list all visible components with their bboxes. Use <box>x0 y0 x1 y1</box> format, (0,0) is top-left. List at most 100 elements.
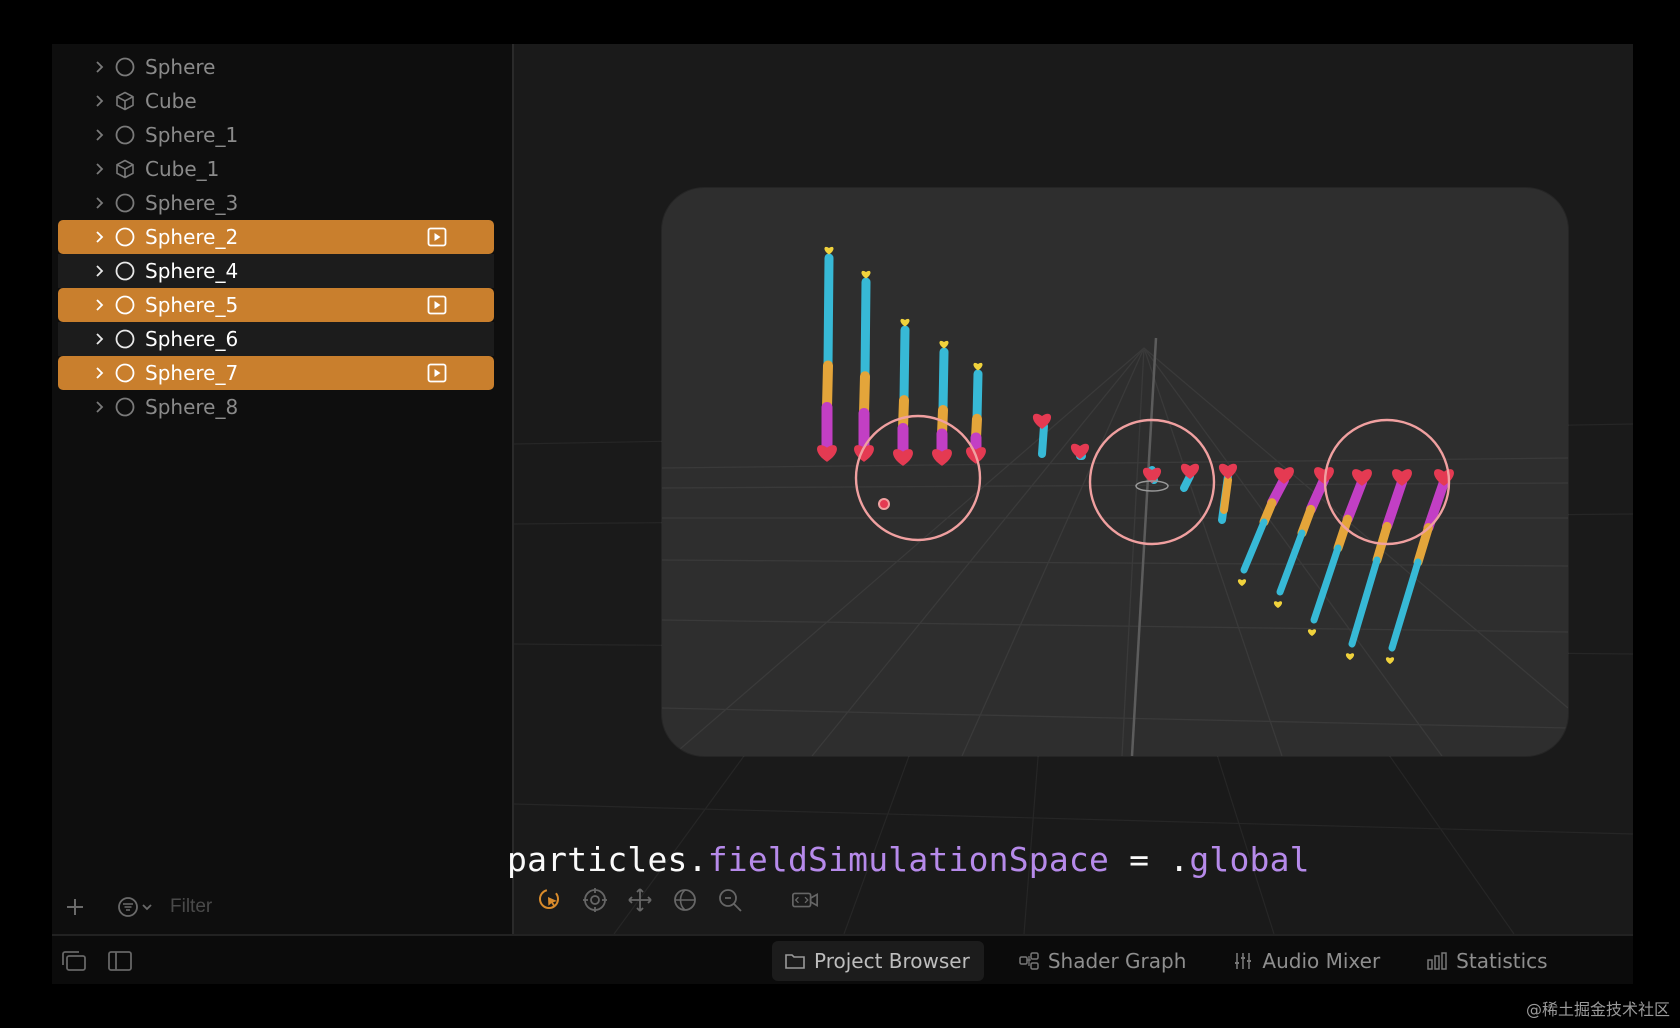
emitter-dot <box>878 498 890 510</box>
behavior-play-icon[interactable] <box>426 362 448 384</box>
tab-audio-mixer[interactable]: Audio Mixer <box>1232 949 1380 973</box>
heart-particle <box>1237 579 1247 587</box>
hierarchy-item-label: Cube <box>145 89 197 113</box>
sliders-icon <box>1232 950 1254 972</box>
filter-circle-icon <box>118 897 138 917</box>
bar-chart-icon <box>1426 950 1448 972</box>
disclosure-chevron-icon[interactable] <box>90 60 108 74</box>
particle-streams <box>817 246 1454 665</box>
hierarchy-item-label: Sphere_6 <box>145 327 239 351</box>
stacked-windows-icon <box>62 951 86 971</box>
toggle-sidebar-button[interactable] <box>106 948 134 974</box>
plus-icon <box>67 899 83 915</box>
hierarchy-filter-bar <box>52 882 512 932</box>
hierarchy-item-sphere_7[interactable]: Sphere_7 <box>58 356 494 390</box>
hierarchy-item-label: Sphere <box>145 55 216 79</box>
tab-shader-graph[interactable]: Shader Graph <box>1018 949 1186 973</box>
heart-particle <box>1070 443 1090 459</box>
hierarchy-item-label: Sphere_8 <box>145 395 239 419</box>
disclosure-chevron-icon[interactable] <box>90 94 108 108</box>
tab-label: Statistics <box>1456 949 1548 973</box>
heart-particle <box>1385 657 1395 665</box>
move-tool-button[interactable] <box>626 886 654 914</box>
heart-particle <box>1032 413 1052 429</box>
behavior-play-icon[interactable] <box>426 294 448 316</box>
particle-stream-orange <box>822 360 833 413</box>
tab-statistics[interactable]: Statistics <box>1426 949 1548 973</box>
cube-icon <box>114 158 136 180</box>
viewport-toolbar <box>536 886 836 914</box>
bottom-bar: Project Browser Shader Graph Audio Mixer St… <box>52 934 1633 984</box>
scene-viewport[interactable] <box>514 44 1633 934</box>
hierarchy-item-sphere_6[interactable]: Sphere_6 <box>58 322 494 356</box>
filter-options-button[interactable] <box>116 895 154 919</box>
scene-hierarchy-panel: Sphere Cube Sphere_1 Cube_1 Sphere_3 Sphere_2… <box>52 44 514 934</box>
heart-particle <box>861 270 871 279</box>
hierarchy-item-sphere_1[interactable]: Sphere_1 <box>58 118 494 152</box>
disclosure-chevron-icon[interactable] <box>90 332 108 346</box>
select-tool-button[interactable] <box>536 886 564 914</box>
heart-particle <box>1273 601 1283 609</box>
tab-project-browser[interactable]: Project Browser <box>772 941 984 981</box>
disclosure-chevron-icon[interactable] <box>90 298 108 312</box>
disclosure-chevron-icon[interactable] <box>90 366 108 380</box>
hierarchy-item-sphere_4[interactable]: Sphere_4 <box>58 254 494 288</box>
heart-particle <box>1307 629 1317 637</box>
particle-stream-cyan <box>1388 558 1422 652</box>
add-entity-button[interactable] <box>64 896 86 918</box>
hierarchy-item-cube_1[interactable]: Cube_1 <box>58 152 494 186</box>
zoom-tool-button[interactable] <box>716 886 744 914</box>
particle-stream-orange <box>859 371 870 419</box>
particle-stream-cyan <box>1348 556 1381 648</box>
heart-particle <box>1274 467 1294 484</box>
axis-line <box>1130 337 1158 756</box>
behavior-play-icon[interactable] <box>426 226 448 248</box>
disclosure-chevron-icon[interactable] <box>90 196 108 210</box>
sphere-icon <box>114 56 136 78</box>
orbit-tool-button[interactable] <box>581 886 609 914</box>
particle-stream-orange <box>1297 504 1316 538</box>
disclosure-chevron-icon[interactable] <box>90 400 108 414</box>
tab-label: Project Browser <box>814 949 970 973</box>
filter-input[interactable] <box>168 895 452 919</box>
hierarchy-item-sphere_5[interactable]: Sphere_5 <box>58 288 494 322</box>
particle-stream-cyan <box>1240 518 1268 574</box>
hierarchy-item-cube[interactable]: Cube <box>58 84 494 118</box>
particle-preview-card <box>662 188 1568 756</box>
disclosure-chevron-icon[interactable] <box>90 162 108 176</box>
hierarchy-item-sphere_8[interactable]: Sphere_8 <box>58 390 494 424</box>
sphere-icon <box>114 294 136 316</box>
sphere-icon <box>114 396 136 418</box>
watermark: @稀土掘金技术社区 <box>1525 1000 1670 1019</box>
camera-tool-button[interactable] <box>791 886 819 914</box>
heart-particle <box>824 246 834 255</box>
sphere-icon <box>114 260 136 282</box>
magnifier-icon <box>719 889 742 912</box>
hierarchy-item-label: Sphere_3 <box>145 191 239 215</box>
hierarchy-item-label: Sphere_4 <box>145 259 239 283</box>
hierarchy-item-sphere_2[interactable]: Sphere_2 <box>58 220 494 254</box>
sphere-icon <box>114 328 136 350</box>
rotate-tool-button[interactable] <box>671 886 699 914</box>
heart-particle <box>1218 463 1238 479</box>
code-prefix: particles. <box>507 840 708 879</box>
sphere-icon <box>114 124 136 146</box>
disclosure-chevron-icon[interactable] <box>90 128 108 142</box>
heart-particle <box>932 449 952 466</box>
disclosure-chevron-icon[interactable] <box>90 264 108 278</box>
particle-scene <box>662 246 1568 756</box>
hierarchy-item-label: Cube_1 <box>145 157 220 181</box>
disclosure-chevron-icon[interactable] <box>90 230 108 244</box>
nodes-icon <box>1018 950 1040 972</box>
heart-particle <box>893 449 913 466</box>
hierarchy-item-sphere_3[interactable]: Sphere_3 <box>58 186 494 220</box>
heart-particle <box>939 340 949 349</box>
toggle-windows-button[interactable] <box>60 948 88 974</box>
particle-stream-magenta <box>1342 477 1367 525</box>
video-camera-icon <box>792 892 818 908</box>
hierarchy-item-sphere[interactable]: Sphere <box>58 50 494 84</box>
bottom-left-controls <box>60 948 152 974</box>
tab-label: Audio Mixer <box>1262 949 1381 973</box>
rotate-globe-icon <box>674 889 696 911</box>
particle-stream-magenta <box>1382 477 1407 532</box>
